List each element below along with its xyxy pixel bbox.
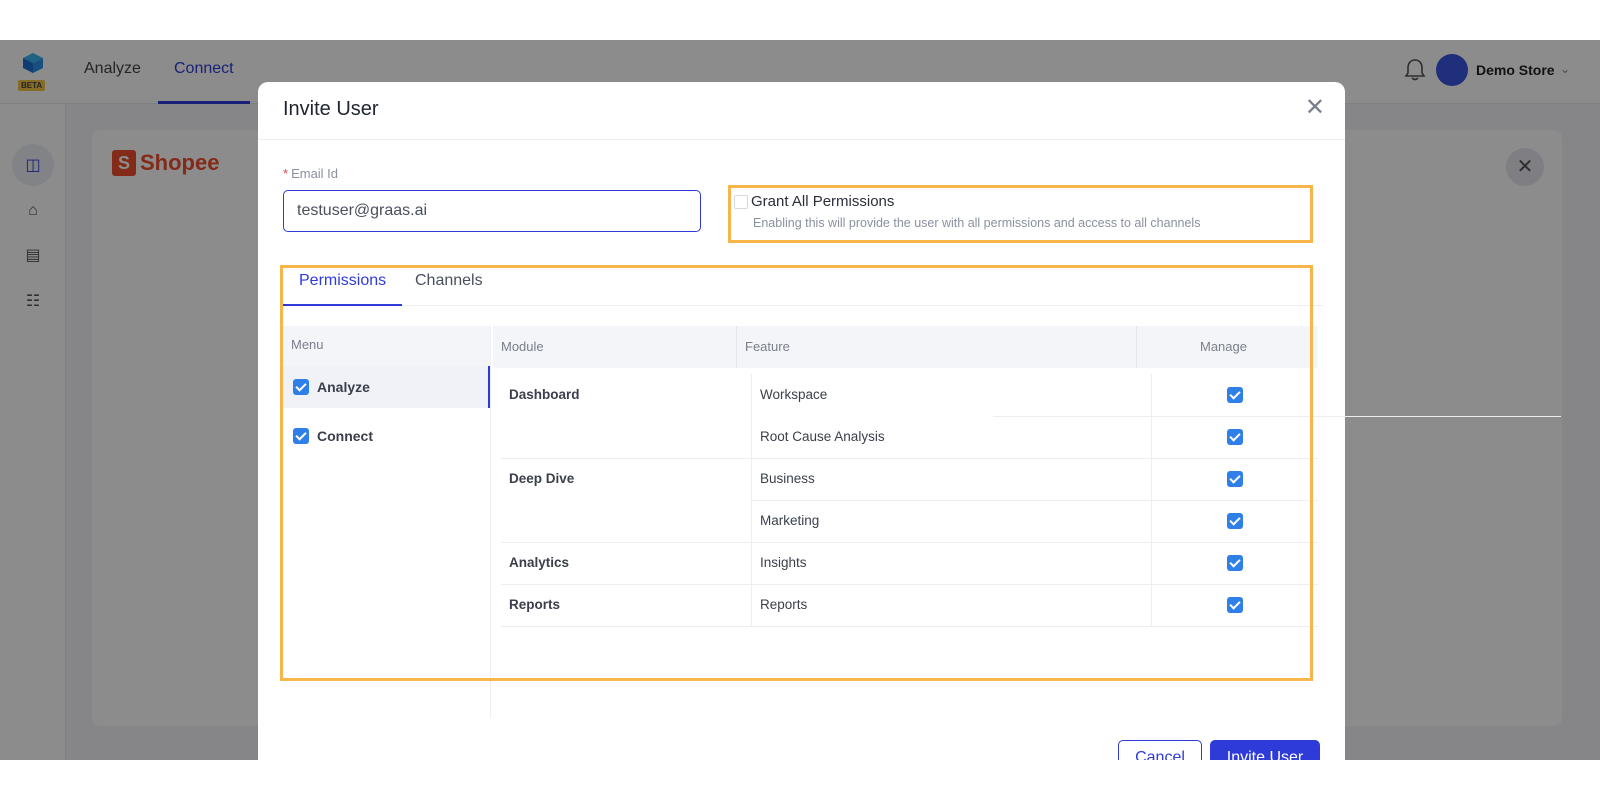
permissions-highlight [280,265,1313,681]
app-stage: BETA Analyze Connect Demo Store ⌄ ◫ ⌂ ▤ … [0,40,1600,760]
modal-title: Invite User [283,98,379,120]
close-icon[interactable]: ✕ [1305,96,1325,120]
grant-all-highlight: Grant All Permissions Enabling this will… [728,185,1313,243]
email-input[interactable] [283,190,701,232]
cancel-button[interactable]: Cancel [1118,740,1202,760]
required-mark: * [283,166,289,181]
modal-header: Invite User ✕ [258,82,1345,140]
grant-all-checkbox[interactable] [734,195,748,209]
invite-user-modal: Invite User ✕ *Email Id Grant All Permis… [258,82,1561,760]
invite-user-button[interactable]: Invite User [1210,740,1320,760]
grant-all-title[interactable]: Grant All Permissions [751,193,894,210]
grant-all-description: Enabling this will provide the user with… [753,216,1201,230]
email-label: * Email Id [283,166,338,181]
email-label-text: Email Id [291,166,339,181]
